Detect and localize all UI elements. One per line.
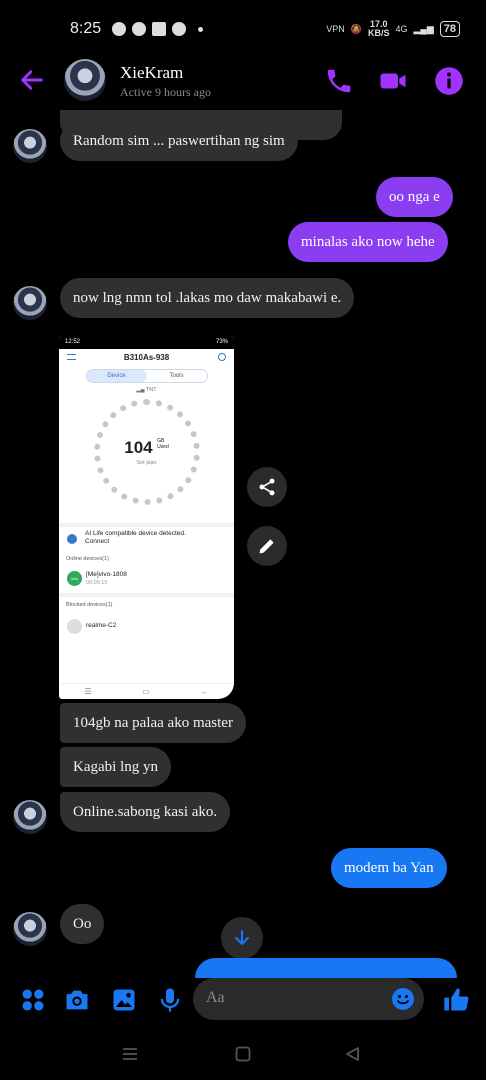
- sender-avatar: [13, 129, 47, 163]
- status-bar: 8:25 VPN 🔕 17.0 KB/S 4G ▂▄▆ 78: [0, 0, 486, 56]
- wifi-icon: [67, 619, 82, 634]
- recent-apps-icon[interactable]: [121, 1046, 139, 1062]
- message-input-container[interactable]: [193, 978, 424, 1020]
- signal-icon: ▂▄▆: [413, 23, 434, 34]
- battery-level: 78: [439, 21, 460, 37]
- telegram-icon: [112, 22, 126, 36]
- smiley-icon[interactable]: [391, 987, 415, 1011]
- contact-name[interactable]: XieKram: [120, 63, 183, 83]
- conversation-header: XieKram Active 9 hours ago: [0, 58, 486, 108]
- network-type: 4G: [395, 24, 408, 34]
- usage-value: 104: [124, 438, 153, 457]
- signal-icon: ▂▄: [136, 387, 146, 393]
- home-icon[interactable]: [234, 1046, 252, 1062]
- share-button[interactable]: [247, 467, 287, 507]
- share-icon: [259, 478, 275, 496]
- device-badge: vivo: [67, 571, 82, 586]
- menu-icon: ☰: [84, 687, 92, 696]
- system-indicators: VPN 🔕 17.0 KB/S 4G ▂▄▆ 78: [326, 20, 460, 38]
- video-camera-icon[interactable]: [378, 66, 408, 96]
- message-bubble[interactable]: modem ba Yan: [331, 848, 447, 888]
- image-icon[interactable]: [110, 986, 138, 1014]
- message-bubble[interactable]: Online.sabong kasi ako.: [60, 792, 231, 832]
- info-icon[interactable]: [434, 66, 464, 96]
- camera-icon[interactable]: [63, 986, 91, 1014]
- more-notifications-dot: [198, 26, 203, 32]
- message-bubble[interactable]: 104gb na palaa ako master: [60, 703, 246, 743]
- message-bubble[interactable]: Kagabi lng yn: [60, 747, 171, 787]
- partial-message-bubble: [195, 958, 457, 978]
- sender-avatar: [13, 800, 47, 834]
- message-bubble[interactable]: Random sim ... paswertihan ng sim: [60, 121, 298, 161]
- online-device-row: vivo [Me]vivo-1808 00:00:15: [59, 566, 234, 590]
- shared-image[interactable]: 12:52 73% B310As-938 Device Tools ▂▄ TNT…: [59, 337, 234, 699]
- vpn-indicator: VPN: [326, 24, 345, 34]
- network-speed: 17.0 KB/S: [367, 19, 390, 38]
- image-network: ▂▄ TNT: [136, 387, 157, 393]
- message-bubble[interactable]: minalas ako now hehe: [288, 222, 448, 262]
- facebook-icon: [132, 22, 146, 36]
- message-bubble[interactable]: Oo: [60, 904, 105, 944]
- active-status: Active 9 hours ago: [120, 85, 211, 99]
- thumbs-up-icon[interactable]: [442, 986, 470, 1014]
- scroll-to-bottom-button[interactable]: [221, 917, 263, 959]
- blocked-device-row: realme-C2: [59, 614, 234, 638]
- image-router-title: B310As-938: [59, 353, 234, 362]
- contact-avatar[interactable]: [64, 59, 106, 101]
- messenger-icon: [172, 22, 186, 36]
- online-devices-header: Online devices(1): [66, 556, 109, 562]
- phone-icon[interactable]: [324, 66, 354, 96]
- settings-icon: [218, 353, 226, 361]
- system-navigation-bar: [0, 1040, 486, 1070]
- image-tab-tools: Tools: [169, 373, 184, 379]
- message-bubble[interactable]: now lng nmn tol .lakas mo daw makabawi e…: [60, 278, 355, 318]
- usage-plan: Set plan: [136, 460, 157, 466]
- alarm-off-icon: 🔕: [350, 23, 362, 34]
- sender-avatar: [13, 912, 47, 946]
- arrow-down-icon: [235, 930, 249, 945]
- edit-button[interactable]: [247, 526, 287, 566]
- blocked-devices-header: Blocked devices(1): [66, 602, 113, 608]
- sender-avatar: [13, 286, 47, 320]
- image-tab-device: Device: [86, 370, 147, 382]
- ai-life-notice: AI Life compatible device detected. Conn…: [59, 523, 234, 549]
- image-divider: [59, 593, 234, 597]
- menu-icon: [67, 354, 76, 360]
- arrow-left-icon[interactable]: [18, 66, 46, 94]
- home-icon: ▭: [142, 687, 150, 696]
- back-icon[interactable]: [344, 1046, 362, 1062]
- message-input[interactable]: [206, 989, 376, 1007]
- image-status-bar: 12:52 73%: [59, 337, 234, 349]
- pencil-icon: [259, 539, 274, 554]
- image-tabs: Device Tools: [85, 369, 208, 383]
- microphone-icon[interactable]: [156, 986, 184, 1014]
- back-icon: ←: [200, 687, 209, 696]
- status-time: 8:25: [70, 20, 102, 37]
- notification-icons: [112, 22, 203, 36]
- four-dots-icon[interactable]: [19, 986, 47, 1014]
- usage-gauge: 104 GB Used Set plan: [93, 399, 200, 505]
- message-bubble[interactable]: oo nga e: [376, 177, 453, 217]
- facebook-page-icon: [152, 22, 166, 36]
- image-nav-bar: ☰ ▭ ←: [59, 683, 234, 699]
- message-composer: [0, 978, 486, 1024]
